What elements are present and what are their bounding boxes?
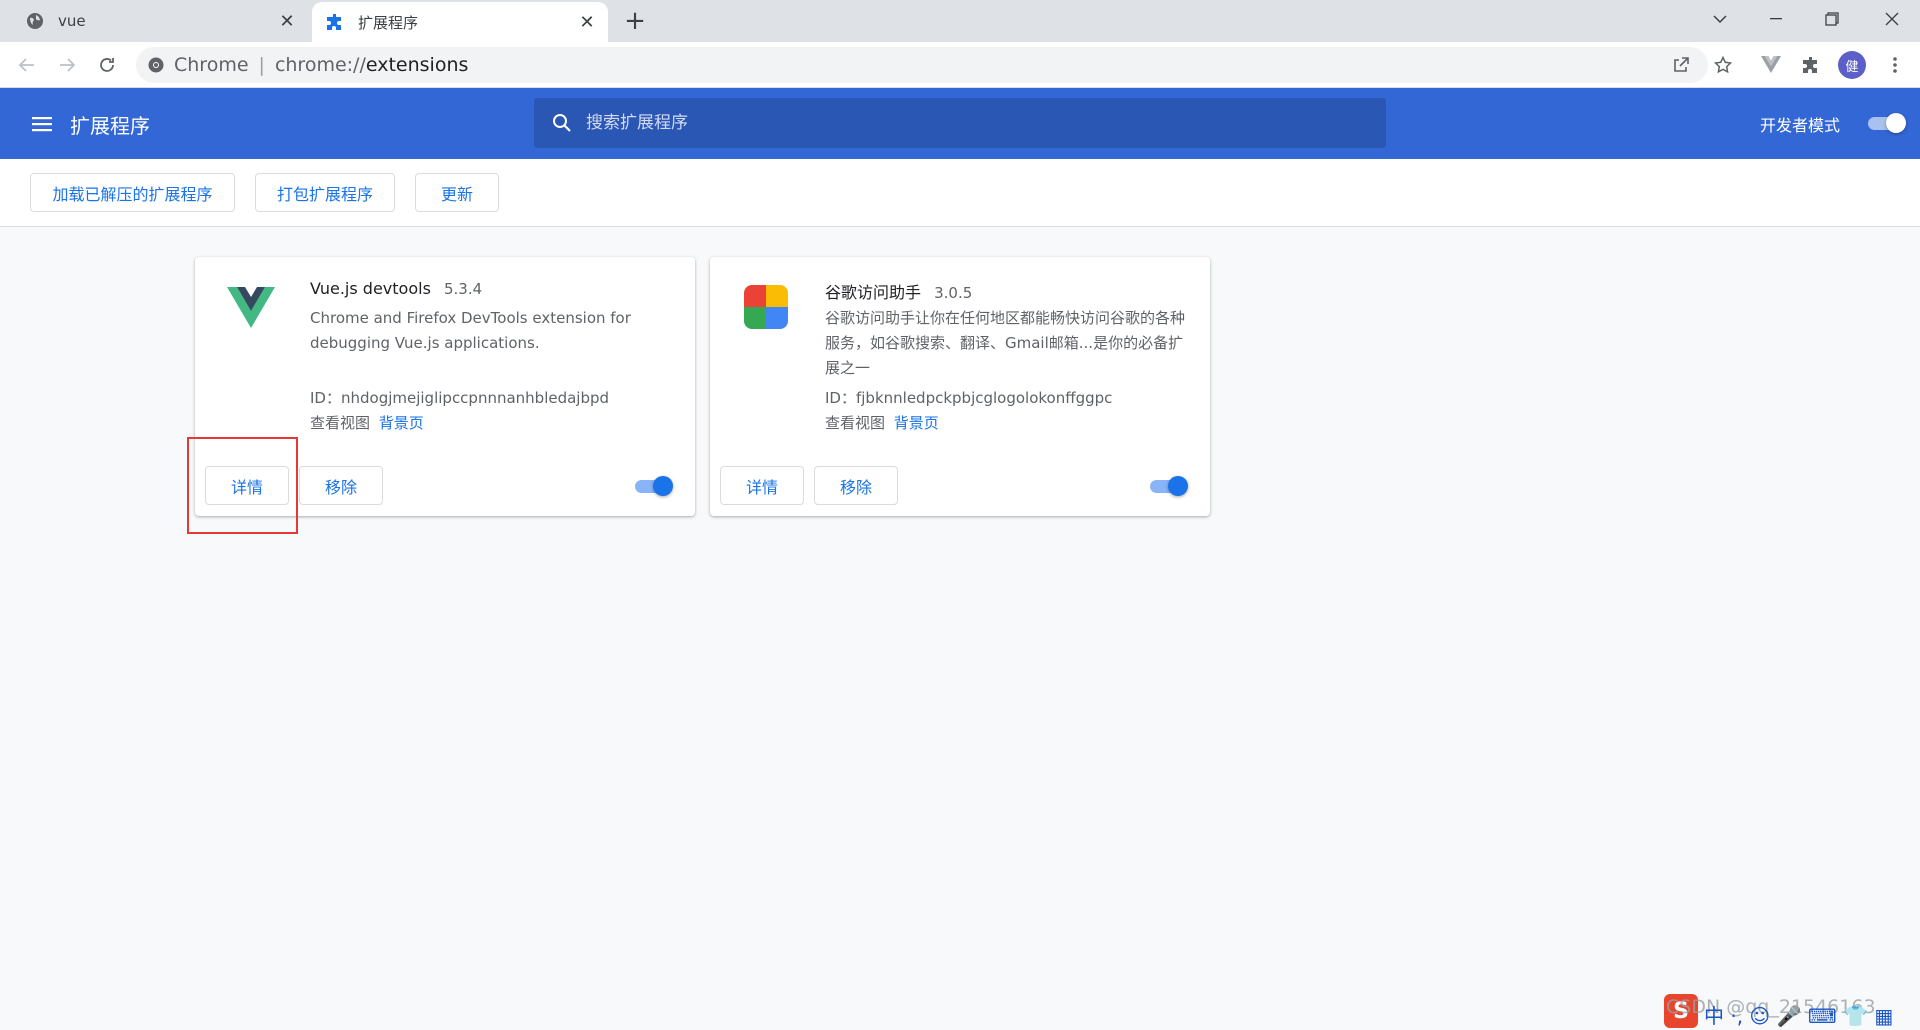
views-label: 查看视图 [310, 414, 371, 432]
background-page-link[interactable]: 背景页 [894, 414, 939, 432]
extension-description: 谷歌访问助手让你在任何地区都能畅快访问谷歌的各种服务，如谷歌搜索、翻译、Gmai… [825, 309, 1186, 377]
search-input[interactable] [586, 113, 1346, 133]
search-icon [552, 113, 572, 133]
forward-arrow-icon[interactable] [52, 50, 82, 80]
background-page-link[interactable]: 背景页 [379, 414, 424, 432]
browser-toolbar: Chrome | chrome:// extensions 健 [0, 42, 1920, 88]
remove-button[interactable]: 移除 [814, 466, 898, 505]
address-bar[interactable]: Chrome | chrome:// extensions [136, 47, 1708, 83]
views-label: 查看视图 [825, 414, 886, 432]
remove-button[interactable]: 移除 [299, 466, 383, 505]
tab-strip: vue ✕ 扩展程序 ✕ + [0, 0, 1920, 42]
extension-views: 查看视图 背景页 [825, 412, 939, 433]
details-button[interactable]: 详情 [720, 466, 804, 505]
page-title: 扩展程序 [70, 114, 150, 138]
address-scheme: Chrome [174, 54, 249, 76]
dev-mode-label: 开发者模式 [1760, 116, 1841, 135]
pack-extension-button[interactable]: 打包扩展程序 [255, 173, 395, 212]
close-tab-icon[interactable]: ✕ [276, 10, 298, 32]
dev-mode-toggle[interactable] [1866, 112, 1906, 134]
bookmark-star-icon[interactable] [1708, 50, 1738, 80]
extension-id: ID：fjbknnledpckpbjcglogolokonffggpc [825, 389, 1113, 407]
hamburger-menu-icon[interactable] [30, 112, 54, 136]
tab-search-chevron-icon[interactable] [1692, 0, 1748, 38]
back-arrow-icon[interactable] [12, 50, 42, 80]
google-helper-icon [740, 281, 792, 333]
reload-icon[interactable] [92, 50, 122, 80]
load-unpacked-button[interactable]: 加载已解压的扩展程序 [30, 173, 235, 212]
vue-logo-icon [225, 281, 277, 333]
extension-card-google-helper: 谷歌访问助手 3.0.5 谷歌访问助手让你在任何地区都能畅快访问谷歌的各种服务，… [710, 257, 1210, 516]
profile-avatar[interactable]: 健 [1838, 51, 1866, 79]
close-window-button[interactable] [1864, 0, 1920, 38]
extension-name-row: 谷歌访问助手 3.0.5 [825, 279, 972, 303]
minimize-button[interactable] [1748, 0, 1804, 38]
tab-extensions[interactable]: 扩展程序 ✕ [312, 2, 608, 42]
more-menu-icon[interactable] [1880, 50, 1910, 80]
tab-title: 扩展程序 [358, 13, 419, 32]
chrome-logo-icon [148, 57, 164, 73]
extension-id: ID：nhdogjmejiglipccpnnnanhbledajbpd [310, 389, 610, 407]
extension-name-row: Vue.js devtools 5.3.4 [310, 279, 482, 298]
extension-description: Chrome and Firefox DevTools extension fo… [310, 309, 631, 352]
address-url-path: extensions [365, 54, 469, 76]
extension-version: 3.0.5 [934, 284, 973, 302]
globe-icon [24, 10, 46, 32]
extension-enable-toggle[interactable] [633, 475, 673, 497]
extension-name: Vue.js devtools [310, 279, 431, 298]
vue-devtools-extension-icon[interactable] [1756, 50, 1786, 80]
annotation-highlight-box [187, 437, 298, 534]
search-box[interactable] [534, 98, 1386, 148]
share-icon[interactable] [1666, 50, 1696, 80]
address-url-prefix: chrome:// [274, 54, 366, 76]
extension-views: 查看视图 背景页 [310, 412, 424, 433]
restore-button[interactable] [1804, 0, 1860, 38]
ime-toolbar: 中 ·, ☺ 🎤 ⌨ 👕 ▦ [1704, 1004, 1894, 1028]
new-tab-button[interactable]: + [620, 6, 650, 36]
tab-title: vue [58, 12, 86, 30]
extension-version: 5.3.4 [444, 280, 483, 298]
close-tab-icon[interactable]: ✕ [576, 11, 598, 33]
extensions-puzzle-icon[interactable] [1796, 50, 1826, 80]
dev-action-bar: 加载已解压的扩展程序 打包扩展程序 更新 [0, 159, 1920, 227]
extension-name: 谷歌访问助手 [825, 283, 922, 302]
address-separator: | [258, 54, 265, 76]
extensions-header: 扩展程序 开发者模式 [0, 88, 1920, 159]
tab-vue[interactable]: vue ✕ [0, 0, 308, 42]
update-button[interactable]: 更新 [415, 173, 499, 212]
puzzle-icon [324, 11, 346, 33]
extension-enable-toggle[interactable] [1148, 475, 1188, 497]
